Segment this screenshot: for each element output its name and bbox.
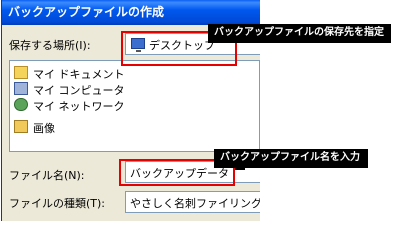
file-type-value: やさしく名刺ファイリング バックアップ — [130, 197, 260, 210]
place-label: マイ ネットワーク — [33, 100, 125, 113]
file-type-dropdown[interactable]: やさしく名刺ファイリング バックアップ — [125, 191, 260, 213]
file-name-label: ファイル名(N): — [9, 169, 85, 182]
location-callout: バックアップファイルの保存先を指定 — [208, 24, 391, 43]
my-network-icon — [14, 98, 28, 111]
my-computer-icon — [14, 82, 28, 95]
dialog-title: バックアップファイルの作成 — [2, 0, 260, 25]
save-in-label: 保存する場所(I): — [9, 39, 91, 52]
place-label: 画像 — [33, 122, 55, 135]
my-documents-icon — [14, 66, 28, 79]
folder-icon — [14, 120, 28, 133]
file-type-label: ファイルの種類(T): — [9, 197, 106, 210]
filename-callout-leader — [235, 168, 245, 170]
place-label: マイ ドキュメント — [33, 68, 125, 81]
place-label: マイ コンピュータ — [33, 84, 125, 97]
filename-callout: バックアップファイル名を入力 — [214, 149, 368, 168]
places-list: マイ ドキュメント マイ コンピュータ マイ ネットワーク 画像 — [9, 60, 260, 152]
